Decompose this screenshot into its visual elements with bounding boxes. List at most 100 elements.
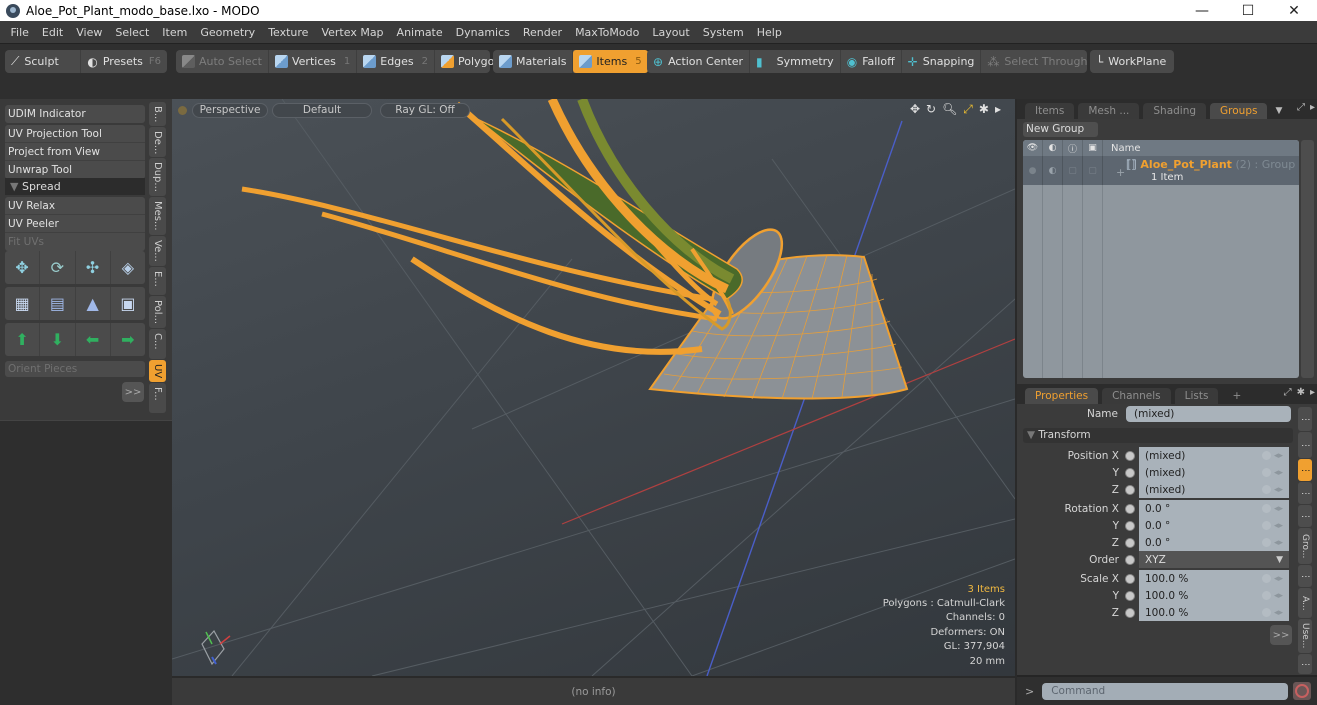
more-tools-button[interactable]: >> — [122, 382, 144, 402]
rotation-y-keyframe-dot[interactable] — [1125, 520, 1135, 531]
uv-scale-icon[interactable]: ✣ — [76, 251, 111, 284]
side-tab-10[interactable]: ⋮ — [1298, 654, 1312, 674]
maximize-viewport-icon[interactable]: ⤢ — [963, 102, 973, 117]
scale-x-field[interactable]: 100.0 % ◂▸ — [1139, 570, 1289, 587]
select-column-icon[interactable]: ▣ — [1083, 140, 1103, 156]
position-z-keyframe-dot[interactable] — [1125, 484, 1135, 495]
menu-select[interactable]: Select — [109, 26, 156, 39]
menu-layout[interactable]: Layout — [646, 26, 696, 39]
rotation-order-dropdown[interactable]: XYZ ▼ — [1139, 551, 1289, 568]
auto-select-button[interactable]: Auto Select — [176, 50, 269, 73]
position-y-keyframe-dot[interactable] — [1125, 467, 1135, 478]
menu-view[interactable]: View — [70, 26, 109, 39]
menu-render[interactable]: Render — [516, 26, 568, 39]
add-tab-button[interactable]: + — [1222, 388, 1251, 404]
gear-icon[interactable]: ✱ — [1297, 387, 1305, 398]
name-column-header[interactable]: Name — [1111, 143, 1141, 154]
spread-section-header[interactable]: ▼ Spread — [5, 178, 145, 195]
expand-panel-icon[interactable]: ⤢ — [1284, 387, 1292, 398]
action-center-button[interactable]: ⊕ Action Center — [647, 50, 751, 73]
scale-y-keyframe-dot[interactable] — [1125, 590, 1135, 601]
snapping-button[interactable]: ✛ Snapping — [902, 50, 982, 73]
render-column-icon[interactable]: ◐ — [1043, 140, 1063, 156]
workplane-button[interactable]: └ WorkPlane — [1090, 50, 1172, 73]
uv-box-icon[interactable]: ◈ — [111, 251, 145, 284]
zoom-icon[interactable]: 🔍︎ — [942, 102, 957, 117]
tab-items[interactable]: Items — [1025, 103, 1075, 119]
slider-arrows-icon[interactable]: ◂▸ — [1274, 451, 1283, 461]
side-tab-groups[interactable]: Gro... — [1298, 528, 1312, 564]
reset-icon[interactable] — [1262, 538, 1271, 547]
reset-icon[interactable] — [1262, 468, 1271, 477]
falloff-button[interactable]: ◉ Falloff — [841, 50, 902, 73]
vtab-pol[interactable]: Pol... — [149, 296, 166, 328]
rotation-z-field[interactable]: 0.0 ° ◂▸ — [1139, 534, 1289, 551]
reset-icon[interactable] — [1262, 521, 1271, 530]
group-render-toggle[interactable]: ◐ — [1043, 156, 1063, 185]
tab-lists[interactable]: Lists — [1174, 388, 1219, 404]
align-right-icon[interactable]: ➡ — [111, 323, 145, 356]
position-x-field[interactable]: (mixed) ◂▸ — [1139, 447, 1289, 464]
align-left-icon[interactable]: ⬅ — [76, 323, 111, 356]
side-tab-a[interactable]: A... — [1298, 588, 1312, 618]
slider-arrows-icon[interactable]: ◂▸ — [1274, 608, 1283, 618]
viewport-options-dot[interactable] — [178, 105, 187, 115]
visibility-column-icon[interactable]: 👁︎ — [1023, 140, 1043, 156]
uv-sphere-icon[interactable]: ▣ — [111, 287, 145, 320]
reset-icon[interactable] — [1262, 504, 1271, 513]
uv-relax-button[interactable]: UV Relax — [5, 197, 145, 215]
scale-x-keyframe-dot[interactable] — [1125, 573, 1135, 584]
view-type-dropdown[interactable]: Perspective — [192, 102, 268, 118]
side-tab-7[interactable]: ⋮ — [1298, 565, 1312, 587]
minimize-button[interactable]: — — [1179, 0, 1225, 21]
udim-indicator-button[interactable]: UDIM Indicator — [5, 105, 145, 123]
menu-item[interactable]: Item — [156, 26, 194, 39]
slider-arrows-icon[interactable]: ◂▸ — [1274, 485, 1283, 495]
tab-mesh[interactable]: Mesh ... — [1078, 103, 1140, 119]
vtab-de[interactable]: De... — [149, 127, 166, 157]
vtab-uv[interactable]: UV — [149, 360, 166, 382]
close-button[interactable]: ✕ — [1271, 0, 1317, 21]
menu-system[interactable]: System — [696, 26, 750, 39]
rotation-z-keyframe-dot[interactable] — [1125, 537, 1135, 548]
expand-panel-icon[interactable]: ⤢ — [1297, 102, 1305, 113]
slider-arrows-icon[interactable]: ◂▸ — [1274, 538, 1283, 548]
position-x-keyframe-dot[interactable] — [1125, 450, 1135, 461]
3d-viewport[interactable]: Perspective Default Ray GL: Off ✥ ↻ 🔍︎ ⤢… — [172, 99, 1015, 676]
unwrap-tool-button[interactable]: Unwrap Tool — [5, 161, 145, 179]
ray-gl-toggle[interactable]: Ray GL: Off — [380, 102, 470, 118]
vtab-f[interactable]: F... — [149, 383, 166, 413]
menu-dynamics[interactable]: Dynamics — [449, 26, 516, 39]
symmetry-button[interactable]: ▮ Symmetry — [750, 50, 841, 73]
new-group-button[interactable]: New Group — [1023, 122, 1098, 137]
uv-planar-icon[interactable]: ▤ — [40, 287, 76, 320]
rotation-x-keyframe-dot[interactable] — [1125, 503, 1135, 514]
reset-icon[interactable] — [1262, 451, 1271, 460]
expand-plus-icon[interactable]: + — [1116, 166, 1125, 179]
lock-column-icon[interactable]: ⓘ — [1063, 140, 1083, 156]
tab-properties[interactable]: Properties — [1025, 388, 1099, 404]
group-lock-toggle[interactable]: ▢ — [1063, 156, 1083, 185]
tab-groups[interactable]: Groups — [1210, 103, 1268, 119]
tab-dropdown-icon[interactable]: ▼ — [1275, 106, 1282, 116]
panel-menu-arrow-icon[interactable]: ▸ — [1310, 387, 1315, 398]
fit-uvs-button[interactable]: Fit UVs — [5, 233, 145, 251]
menu-edit[interactable]: Edit — [35, 26, 69, 39]
side-tab-5[interactable]: ⋮ — [1298, 505, 1312, 527]
menu-geometry[interactable]: Geometry — [194, 26, 262, 39]
side-tab-1[interactable]: ⋮ — [1298, 407, 1312, 431]
uv-projection-tool-button[interactable]: UV Projection Tool — [5, 125, 145, 143]
shading-style-dropdown[interactable]: Default — [272, 102, 372, 118]
transform-section-header[interactable]: ▼ Transform — [1023, 428, 1293, 443]
vtab-dup[interactable]: Dup... — [149, 158, 166, 196]
gear-icon[interactable]: ✱ — [979, 102, 989, 117]
record-macro-button[interactable] — [1293, 682, 1312, 700]
side-tab-4[interactable]: ⋮ — [1298, 482, 1312, 504]
group-select-toggle[interactable]: ▢ — [1083, 156, 1103, 185]
maximize-button[interactable]: ☐ — [1225, 0, 1271, 21]
uv-cylinder-icon[interactable]: ▦ — [5, 287, 41, 320]
menu-maxtomodo[interactable]: MaxToModo — [569, 26, 646, 39]
position-z-field[interactable]: (mixed) ◂▸ — [1139, 481, 1289, 498]
side-tab-user[interactable]: Use... — [1298, 619, 1312, 653]
vtab-mes[interactable]: Mes... — [149, 197, 166, 235]
